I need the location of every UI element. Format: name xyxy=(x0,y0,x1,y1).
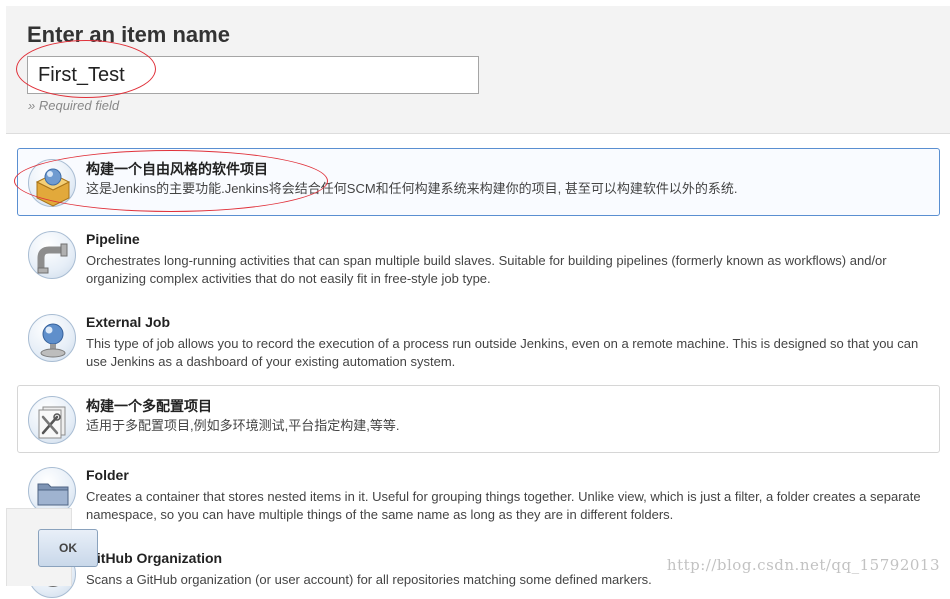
item-type-pipeline[interactable]: Pipeline Orchestrates long-running activ… xyxy=(17,220,940,298)
item-title: Folder xyxy=(86,467,129,483)
pipeline-pipe-icon xyxy=(28,231,76,279)
item-description: 适用于多配置项目,例如多环境测试,平台指定构建,等等. xyxy=(86,418,400,433)
page-title: Enter an item name xyxy=(27,22,230,47)
item-type-freestyle[interactable]: 构建一个自由风格的软件项目 这是Jenkins的主要功能.Jenkins将会结合… xyxy=(17,148,940,216)
item-name-panel: Enter an item name » Required field xyxy=(6,6,950,134)
item-title: External Job xyxy=(86,314,171,330)
item-description: Orchestrates long-running activities tha… xyxy=(86,253,887,286)
item-type-folder[interactable]: Folder Creates a container that stores n… xyxy=(17,456,940,536)
required-field-note: » Required field xyxy=(28,98,120,113)
item-type-external-job[interactable]: External Job This type of job allows you… xyxy=(17,303,940,381)
item-name-input[interactable] xyxy=(27,56,479,94)
item-type-multi-config[interactable]: 构建一个多配置项目 适用于多配置项目,例如多环境测试,平台指定构建,等等. xyxy=(17,385,940,453)
item-title: GitHub Organization xyxy=(86,550,223,566)
item-title: 构建一个自由风格的软件项目 xyxy=(86,161,268,177)
external-job-monitor-icon xyxy=(28,314,76,362)
ok-button[interactable]: OK xyxy=(38,529,98,567)
item-title: 构建一个多配置项目 xyxy=(86,398,212,414)
item-description: Creates a container that stores nested i… xyxy=(86,489,921,522)
item-description: 这是Jenkins的主要功能.Jenkins将会结合任何SCM和任何构建系统来构… xyxy=(86,181,738,196)
multi-config-tools-icon xyxy=(28,396,76,444)
watermark-text: http://blog.csdn.net/qq_15792013 xyxy=(666,556,940,574)
freestyle-box-icon xyxy=(28,159,76,207)
ok-button-panel: OK xyxy=(6,508,98,586)
item-description: This type of job allows you to record th… xyxy=(86,336,919,369)
item-title: Pipeline xyxy=(86,231,140,247)
